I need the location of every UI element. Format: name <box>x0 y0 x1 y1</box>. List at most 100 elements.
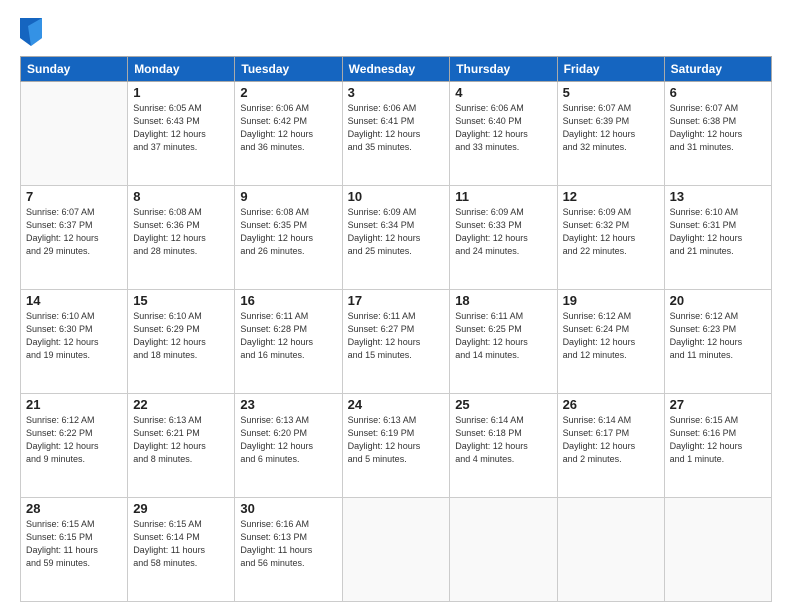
day-header-saturday: Saturday <box>664 57 771 82</box>
day-info: Sunrise: 6:13 AM Sunset: 6:19 PM Dayligh… <box>348 414 445 466</box>
calendar-cell: 2 Sunrise: 6:06 AM Sunset: 6:42 PM Daylig… <box>235 82 342 186</box>
calendar-week-row: 7 Sunrise: 6:07 AM Sunset: 6:37 PM Daylig… <box>21 186 772 290</box>
day-number: 3 <box>348 85 445 100</box>
day-info: Sunrise: 6:07 AM Sunset: 6:38 PM Dayligh… <box>670 102 766 154</box>
day-info: Sunrise: 6:12 AM Sunset: 6:24 PM Dayligh… <box>563 310 659 362</box>
day-info: Sunrise: 6:06 AM Sunset: 6:42 PM Dayligh… <box>240 102 336 154</box>
calendar-cell: 12 Sunrise: 6:09 AM Sunset: 6:32 PM Dayli… <box>557 186 664 290</box>
day-number: 11 <box>455 189 551 204</box>
day-number: 22 <box>133 397 229 412</box>
day-number: 19 <box>563 293 659 308</box>
day-number: 15 <box>133 293 229 308</box>
day-number: 21 <box>26 397 122 412</box>
day-info: Sunrise: 6:11 AM Sunset: 6:25 PM Dayligh… <box>455 310 551 362</box>
day-number: 30 <box>240 501 336 516</box>
calendar-cell: 6 Sunrise: 6:07 AM Sunset: 6:38 PM Daylig… <box>664 82 771 186</box>
calendar-cell <box>21 82 128 186</box>
day-info: Sunrise: 6:09 AM Sunset: 6:33 PM Dayligh… <box>455 206 551 258</box>
calendar-cell: 1 Sunrise: 6:05 AM Sunset: 6:43 PM Daylig… <box>128 82 235 186</box>
calendar-cell: 22 Sunrise: 6:13 AM Sunset: 6:21 PM Dayli… <box>128 394 235 498</box>
calendar-cell <box>342 498 450 602</box>
logo <box>20 18 46 46</box>
day-number: 1 <box>133 85 229 100</box>
calendar-cell: 8 Sunrise: 6:08 AM Sunset: 6:36 PM Daylig… <box>128 186 235 290</box>
calendar-cell: 15 Sunrise: 6:10 AM Sunset: 6:29 PM Dayli… <box>128 290 235 394</box>
day-info: Sunrise: 6:13 AM Sunset: 6:21 PM Dayligh… <box>133 414 229 466</box>
calendar-cell: 23 Sunrise: 6:13 AM Sunset: 6:20 PM Dayli… <box>235 394 342 498</box>
calendar-cell: 25 Sunrise: 6:14 AM Sunset: 6:18 PM Dayli… <box>450 394 557 498</box>
calendar-cell: 24 Sunrise: 6:13 AM Sunset: 6:19 PM Dayli… <box>342 394 450 498</box>
calendar-cell: 29 Sunrise: 6:15 AM Sunset: 6:14 PM Dayli… <box>128 498 235 602</box>
day-info: Sunrise: 6:07 AM Sunset: 6:37 PM Dayligh… <box>26 206 122 258</box>
day-info: Sunrise: 6:12 AM Sunset: 6:22 PM Dayligh… <box>26 414 122 466</box>
day-info: Sunrise: 6:07 AM Sunset: 6:39 PM Dayligh… <box>563 102 659 154</box>
day-info: Sunrise: 6:11 AM Sunset: 6:28 PM Dayligh… <box>240 310 336 362</box>
calendar-header-row: SundayMondayTuesdayWednesdayThursdayFrid… <box>21 57 772 82</box>
day-number: 9 <box>240 189 336 204</box>
day-number: 28 <box>26 501 122 516</box>
day-info: Sunrise: 6:13 AM Sunset: 6:20 PM Dayligh… <box>240 414 336 466</box>
day-info: Sunrise: 6:10 AM Sunset: 6:31 PM Dayligh… <box>670 206 766 258</box>
calendar-cell: 9 Sunrise: 6:08 AM Sunset: 6:35 PM Daylig… <box>235 186 342 290</box>
day-info: Sunrise: 6:06 AM Sunset: 6:41 PM Dayligh… <box>348 102 445 154</box>
day-number: 25 <box>455 397 551 412</box>
calendar-cell: 28 Sunrise: 6:15 AM Sunset: 6:15 PM Dayli… <box>21 498 128 602</box>
day-number: 4 <box>455 85 551 100</box>
day-number: 24 <box>348 397 445 412</box>
calendar-cell: 21 Sunrise: 6:12 AM Sunset: 6:22 PM Dayli… <box>21 394 128 498</box>
day-info: Sunrise: 6:12 AM Sunset: 6:23 PM Dayligh… <box>670 310 766 362</box>
day-number: 27 <box>670 397 766 412</box>
day-number: 8 <box>133 189 229 204</box>
day-number: 29 <box>133 501 229 516</box>
calendar-table: SundayMondayTuesdayWednesdayThursdayFrid… <box>20 56 772 602</box>
calendar-cell: 14 Sunrise: 6:10 AM Sunset: 6:30 PM Dayli… <box>21 290 128 394</box>
day-number: 16 <box>240 293 336 308</box>
header <box>20 18 772 46</box>
calendar-cell: 18 Sunrise: 6:11 AM Sunset: 6:25 PM Dayli… <box>450 290 557 394</box>
calendar-cell: 4 Sunrise: 6:06 AM Sunset: 6:40 PM Daylig… <box>450 82 557 186</box>
calendar-cell <box>664 498 771 602</box>
day-info: Sunrise: 6:15 AM Sunset: 6:15 PM Dayligh… <box>26 518 122 570</box>
day-number: 13 <box>670 189 766 204</box>
day-info: Sunrise: 6:10 AM Sunset: 6:30 PM Dayligh… <box>26 310 122 362</box>
day-header-wednesday: Wednesday <box>342 57 450 82</box>
day-info: Sunrise: 6:08 AM Sunset: 6:35 PM Dayligh… <box>240 206 336 258</box>
day-info: Sunrise: 6:14 AM Sunset: 6:17 PM Dayligh… <box>563 414 659 466</box>
day-info: Sunrise: 6:06 AM Sunset: 6:40 PM Dayligh… <box>455 102 551 154</box>
day-header-sunday: Sunday <box>21 57 128 82</box>
day-info: Sunrise: 6:15 AM Sunset: 6:14 PM Dayligh… <box>133 518 229 570</box>
day-info: Sunrise: 6:14 AM Sunset: 6:18 PM Dayligh… <box>455 414 551 466</box>
day-info: Sunrise: 6:10 AM Sunset: 6:29 PM Dayligh… <box>133 310 229 362</box>
calendar-cell: 30Sunrise: 6:16 AM Sunset: 6:13 PM Dayli… <box>235 498 342 602</box>
calendar-cell: 3 Sunrise: 6:06 AM Sunset: 6:41 PM Daylig… <box>342 82 450 186</box>
day-info: Sunrise: 6:11 AM Sunset: 6:27 PM Dayligh… <box>348 310 445 362</box>
day-info: Sunrise: 6:08 AM Sunset: 6:36 PM Dayligh… <box>133 206 229 258</box>
calendar-cell: 13 Sunrise: 6:10 AM Sunset: 6:31 PM Dayli… <box>664 186 771 290</box>
day-number: 20 <box>670 293 766 308</box>
calendar-cell: 20 Sunrise: 6:12 AM Sunset: 6:23 PM Dayli… <box>664 290 771 394</box>
day-header-friday: Friday <box>557 57 664 82</box>
page: SundayMondayTuesdayWednesdayThursdayFrid… <box>0 0 792 612</box>
calendar-cell: 17Sunrise: 6:11 AM Sunset: 6:27 PM Dayli… <box>342 290 450 394</box>
calendar-cell: 26 Sunrise: 6:14 AM Sunset: 6:17 PM Dayli… <box>557 394 664 498</box>
day-number: 26 <box>563 397 659 412</box>
day-header-thursday: Thursday <box>450 57 557 82</box>
day-number: 12 <box>563 189 659 204</box>
day-number: 23 <box>240 397 336 412</box>
calendar-week-row: 14 Sunrise: 6:10 AM Sunset: 6:30 PM Dayli… <box>21 290 772 394</box>
day-number: 7 <box>26 189 122 204</box>
day-number: 6 <box>670 85 766 100</box>
calendar-cell: 19 Sunrise: 6:12 AM Sunset: 6:24 PM Dayli… <box>557 290 664 394</box>
day-header-monday: Monday <box>128 57 235 82</box>
calendar-cell <box>450 498 557 602</box>
day-info: Sunrise: 6:05 AM Sunset: 6:43 PM Dayligh… <box>133 102 229 154</box>
calendar-cell: 10Sunrise: 6:09 AM Sunset: 6:34 PM Dayli… <box>342 186 450 290</box>
logo-icon <box>20 18 42 46</box>
calendar-cell: 16 Sunrise: 6:11 AM Sunset: 6:28 PM Dayli… <box>235 290 342 394</box>
day-info: Sunrise: 6:09 AM Sunset: 6:32 PM Dayligh… <box>563 206 659 258</box>
day-number: 14 <box>26 293 122 308</box>
day-number: 5 <box>563 85 659 100</box>
day-number: 18 <box>455 293 551 308</box>
day-number: 2 <box>240 85 336 100</box>
day-info: Sunrise: 6:09 AM Sunset: 6:34 PM Dayligh… <box>348 206 445 258</box>
